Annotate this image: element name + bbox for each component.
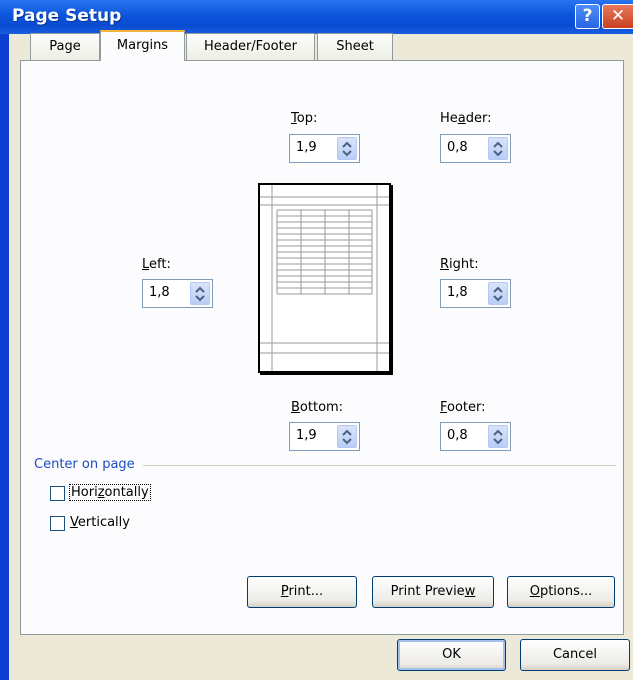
print-preview-button[interactable]: Print Preview xyxy=(372,576,494,608)
close-button[interactable]: ✕ xyxy=(602,4,633,29)
spin-arrows-icon[interactable] xyxy=(190,282,210,305)
header-margin-spinner[interactable]: 0,8 xyxy=(440,134,511,163)
horizontally-checkbox[interactable] xyxy=(50,486,65,501)
left-label: Left: xyxy=(142,257,171,272)
spin-arrows-icon[interactable] xyxy=(488,282,508,305)
center-on-page-legend: Center on page xyxy=(34,457,143,472)
left-margin-value[interactable]: 1,8 xyxy=(149,285,170,300)
header-label: Header: xyxy=(440,111,492,126)
ok-button[interactable]: OK xyxy=(397,639,506,671)
right-label: Right: xyxy=(440,257,479,272)
header-margin-value[interactable]: 0,8 xyxy=(447,140,468,155)
footer-margin-value[interactable]: 0,8 xyxy=(447,428,468,443)
spin-arrows-icon[interactable] xyxy=(337,137,357,160)
page-setup-dialog: Page Setup ? ✕ Page Margins Header/Foote… xyxy=(0,0,633,680)
footer-margin-spinner[interactable]: 0,8 xyxy=(440,422,511,451)
horizontally-label[interactable]: Horizontally xyxy=(69,484,151,501)
tab-sheet[interactable]: Sheet xyxy=(317,33,393,60)
spin-arrows-icon[interactable] xyxy=(488,137,508,160)
window-title: Page Setup xyxy=(12,6,122,26)
bottom-label: Bottom: xyxy=(291,400,344,415)
bottom-margin-value[interactable]: 1,9 xyxy=(296,428,317,443)
page-preview-drawing xyxy=(260,185,389,371)
tab-header-footer[interactable]: Header/Footer xyxy=(186,33,315,60)
top-margin-value[interactable]: 1,9 xyxy=(296,140,317,155)
options-button[interactable]: Options... xyxy=(507,576,615,608)
page-preview xyxy=(258,183,391,373)
right-margin-spinner[interactable]: 1,8 xyxy=(440,279,511,308)
vertically-checkbox[interactable] xyxy=(50,516,65,531)
print-button[interactable]: Print... xyxy=(247,576,357,608)
vertically-label[interactable]: Vertically xyxy=(70,515,130,530)
top-margin-spinner[interactable]: 1,9 xyxy=(289,134,360,163)
spin-arrows-icon[interactable] xyxy=(337,425,357,448)
right-margin-value[interactable]: 1,8 xyxy=(447,285,468,300)
spin-arrows-icon[interactable] xyxy=(488,425,508,448)
left-margin-spinner[interactable]: 1,8 xyxy=(142,279,213,308)
title-bar[interactable]: Page Setup ? ✕ xyxy=(0,0,633,34)
help-button[interactable]: ? xyxy=(575,4,600,29)
tab-margins[interactable]: Margins xyxy=(100,30,185,61)
footer-label: Footer: xyxy=(440,400,486,415)
bottom-margin-spinner[interactable]: 1,9 xyxy=(289,422,360,451)
tab-page[interactable]: Page xyxy=(30,33,100,60)
top-label: Top: xyxy=(291,111,318,126)
cancel-button[interactable]: Cancel xyxy=(520,639,630,671)
